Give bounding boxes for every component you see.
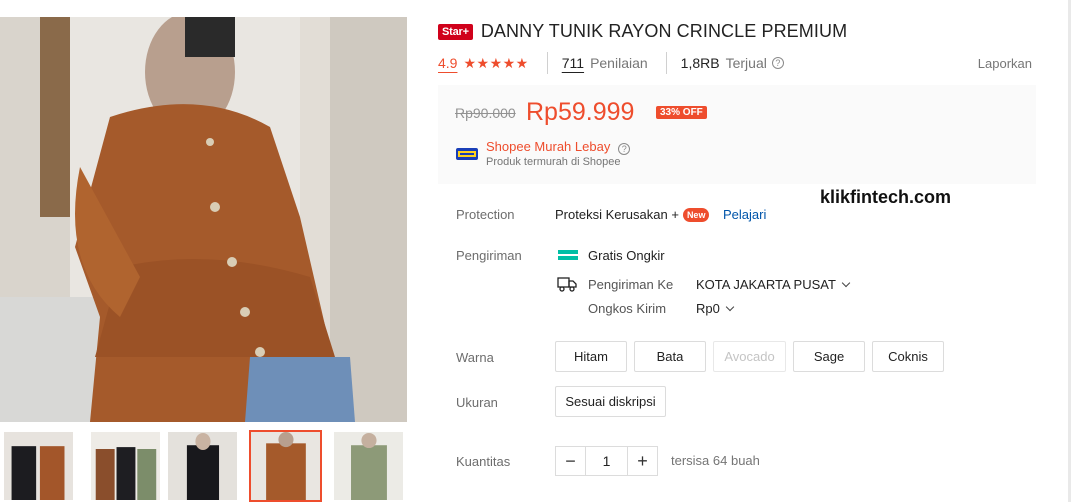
stats-row: 4.9 ★★★★★ 711 Penilaian 1,8RB Terjual ? … [438,52,1032,74]
shipping-destination[interactable]: KOTA JAKARTA PUSAT [696,277,851,292]
size-option[interactable]: Sesuai diskripsi [555,386,666,417]
thumbnail-3[interactable] [166,430,239,502]
chevron-down-icon[interactable] [725,302,735,312]
thumbnail-strip [0,430,407,502]
free-shipping-text: Gratis Ongkir [588,248,665,263]
help-circle-icon[interactable]: ? [618,143,631,155]
free-shipping-icon [558,250,578,260]
murah-lebay-logo-icon [456,148,478,160]
sold-label: Terjual [725,55,767,71]
size-label: Ukuran [456,395,498,410]
variant-bata[interactable]: Bata [634,341,706,372]
quantity-input[interactable]: 1 [585,447,628,475]
watermark-text: klikfintech.com [820,187,952,207]
chevron-down-icon[interactable] [841,278,851,288]
promo-subtitle: Produk termurah di Shopee [486,156,621,168]
quantity-increase-button[interactable]: + [628,447,657,475]
sold-count: 1,8RB [680,55,720,71]
protection-learn-link[interactable]: Pelajari [723,207,766,222]
variant-sage[interactable]: Sage [793,341,865,372]
variant-coknis[interactable]: Coknis [872,341,944,372]
truck-icon [557,277,577,292]
help-circle-icon[interactable]: ? [771,57,784,69]
color-label: Warna [456,350,494,365]
variant-avocado: Avocado [713,341,786,372]
product-title: DANNY TUNIK RAYON CRINCLE PREMIUM [480,21,848,41]
shipping-cost-value[interactable]: Rp0 [696,301,735,316]
protection-label: Protection [456,207,515,222]
report-link[interactable]: Laporkan [978,56,1032,71]
original-price: Rp90.000 [455,105,516,121]
divider [665,52,667,74]
current-price: Rp59.999 [526,98,635,126]
shipping-label: Pengiriman [456,248,522,263]
title-row: Star+ DANNY TUNIK RAYON CRINCLE PREMIUM [438,21,847,42]
review-count[interactable]: 711 [562,55,584,71]
discount-badge: 33% OFF [656,106,707,119]
shipping-cost-label: Ongkos Kirim [588,301,667,316]
quantity-stepper: − 1 + [555,446,658,476]
rating-value[interactable]: 4.9 [438,55,457,71]
shipping-to-label: Pengiriman Ke [588,277,674,292]
thumbnail-5[interactable] [332,430,405,502]
divider [546,52,548,74]
rating-stars-icon: ★★★★★ [463,54,529,71]
thumbnail-2[interactable] [89,430,162,502]
promo-title[interactable]: Shopee Murah Lebay? [486,139,631,155]
new-badge: New [682,208,710,222]
thumbnail-1[interactable] [2,430,75,502]
review-label: Penilaian [590,55,648,71]
stock-remaining: tersisa 64 buah [671,453,760,468]
protection-value: Proteksi Kerusakan + New [555,207,710,222]
quantity-decrease-button[interactable]: − [556,447,585,475]
quantity-label: Kuantitas [456,454,511,469]
variant-hitam[interactable]: Hitam [555,341,627,372]
star-plus-badge: Star+ [438,23,473,40]
price-box: Rp90.000 Rp59.999 33% OFF Shopee Murah L… [438,85,1036,184]
thumbnail-4[interactable] [249,430,322,502]
main-product-image[interactable] [0,17,407,422]
